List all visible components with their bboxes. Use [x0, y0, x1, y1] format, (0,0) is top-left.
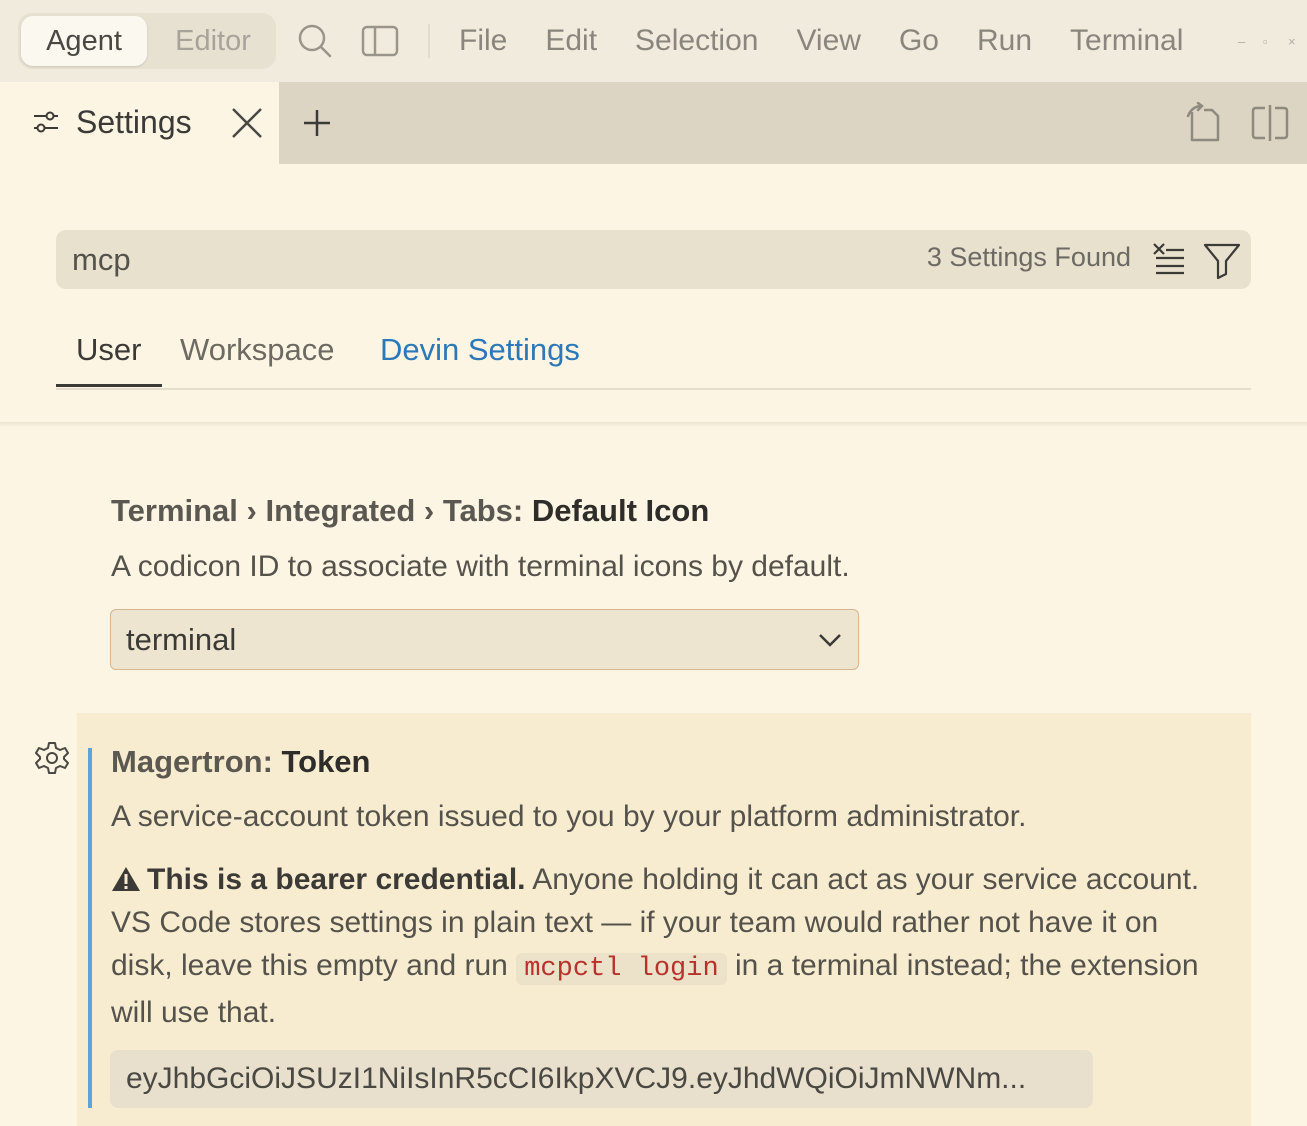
split-editor-icon[interactable]	[1250, 102, 1290, 144]
setting-title-token: Magertron: Token	[111, 744, 371, 780]
select-value: terminal	[126, 622, 237, 657]
maximize-button[interactable]: ▫	[1263, 34, 1268, 49]
minimize-button[interactable]: –	[1238, 34, 1245, 49]
setting-category: Terminal › Integrated › Tabs:	[111, 493, 532, 528]
results-count: 3 Settings Found	[926, 242, 1131, 272]
mode-editor-button[interactable]: Editor	[153, 16, 273, 66]
setting-title-default-icon: Terminal › Integrated › Tabs: Default Ic…	[111, 493, 709, 529]
settings-search-input[interactable]	[72, 238, 892, 282]
setting-category: Magertron:	[111, 744, 282, 779]
tab-user[interactable]: User	[76, 332, 141, 368]
tab-workspace[interactable]: Workspace	[180, 332, 335, 368]
menu-run[interactable]: Run	[958, 24, 1051, 58]
active-tab-indicator	[56, 384, 162, 387]
sliders-icon	[32, 108, 60, 136]
default-icon-select[interactable]: terminal	[110, 609, 859, 670]
settings-search-box: 3 Settings Found	[56, 230, 1251, 289]
tab-label: Settings	[76, 104, 192, 140]
settings-scope-tabs: User Workspace Devin Settings	[56, 320, 1251, 390]
title-bar: Agent Editor File Edit Selection View Go…	[0, 0, 1307, 82]
warning-heading: This is a bearer credential.	[147, 863, 526, 896]
setting-description: A service-account token issued to you by…	[111, 800, 1027, 833]
close-icon[interactable]	[228, 104, 266, 142]
menu-view[interactable]: View	[777, 24, 879, 58]
inline-command: mcpctl login	[516, 953, 727, 985]
titlebar-divider	[428, 24, 430, 58]
clear-filter-icon[interactable]	[1150, 240, 1190, 280]
editor-tab-bar: Settings	[0, 82, 1307, 164]
close-window-button[interactable]: ×	[1288, 34, 1296, 49]
setting-name: Token	[281, 744, 371, 779]
mode-agent-button[interactable]: Agent	[21, 16, 147, 66]
menu-edit[interactable]: Edit	[526, 24, 616, 58]
plus-icon[interactable]	[298, 104, 336, 142]
menu-bar: File Edit Selection View Go Run Terminal	[440, 0, 1202, 82]
filter-icon[interactable]	[1202, 240, 1242, 280]
devin-settings-link[interactable]: Devin Settings	[380, 332, 580, 368]
focus-indicator	[88, 748, 92, 1108]
menu-terminal[interactable]: Terminal	[1051, 24, 1202, 58]
warning-icon	[111, 866, 141, 892]
setting-name: Default Icon	[531, 493, 710, 528]
gear-icon[interactable]	[34, 740, 70, 776]
mode-switch: Agent Editor	[18, 13, 276, 69]
menu-selection[interactable]: Selection	[616, 24, 777, 58]
bearer-warning: This is a bearer credential. Anyone hold…	[111, 858, 1211, 1034]
tab-settings[interactable]: Settings	[0, 82, 279, 164]
chevron-down-icon	[814, 624, 846, 656]
search-icon[interactable]	[296, 22, 334, 60]
menu-file[interactable]: File	[440, 24, 526, 58]
setting-description: A codicon ID to associate with terminal …	[111, 550, 850, 583]
header-divider	[0, 422, 1307, 427]
open-file-icon[interactable]	[1184, 102, 1224, 144]
token-input[interactable]	[110, 1050, 1093, 1108]
menu-go[interactable]: Go	[880, 24, 958, 58]
toggle-sidebar-icon[interactable]	[361, 22, 399, 60]
